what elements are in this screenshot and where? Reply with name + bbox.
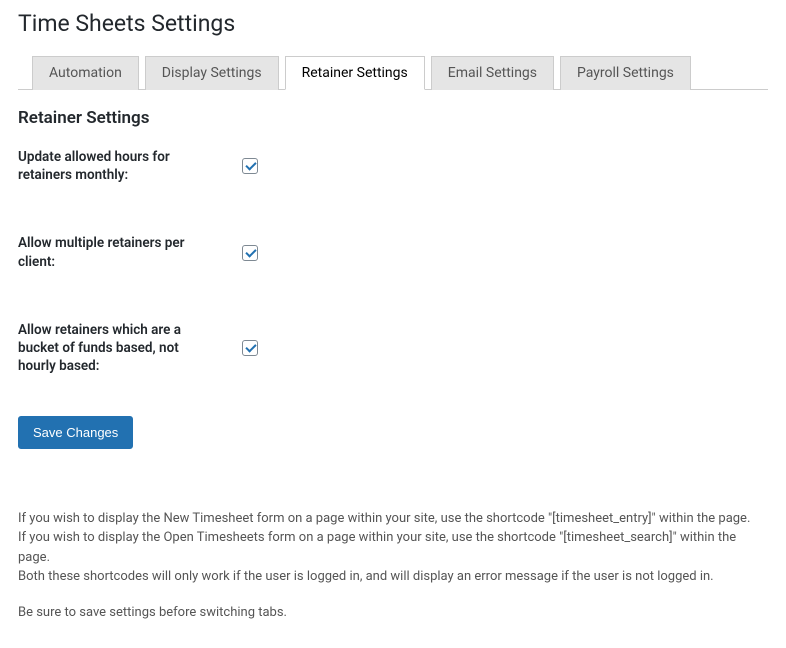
setting-bucket-of-funds: Allow retainers which are a bucket of fu…: [18, 321, 768, 376]
setting-label: Allow retainers which are a bucket of fu…: [18, 321, 238, 376]
setting-update-hours-monthly: Update allowed hours for retainers month…: [18, 148, 768, 184]
checkbox-wrap: [238, 337, 261, 359]
tab-retainer-settings[interactable]: Retainer Settings: [285, 56, 425, 90]
help-line-shortcode-entry: If you wish to display the New Timesheet…: [18, 509, 768, 587]
tab-payroll-settings[interactable]: Payroll Settings: [560, 56, 691, 90]
setting-label: Allow multiple retainers per client:: [18, 234, 238, 270]
help-text: If you wish to display the New Timesheet…: [18, 509, 768, 623]
checkbox-multiple-retainers[interactable]: [242, 245, 258, 261]
checkbox-wrap: [238, 242, 261, 264]
tab-nav: Automation Display Settings Retainer Set…: [18, 55, 768, 90]
tab-email-settings[interactable]: Email Settings: [431, 56, 554, 90]
tab-display-settings[interactable]: Display Settings: [145, 56, 279, 90]
checkbox-update-hours-monthly[interactable]: [242, 158, 258, 174]
setting-multiple-retainers: Allow multiple retainers per client:: [18, 234, 768, 270]
tab-automation[interactable]: Automation: [32, 56, 139, 90]
section-title: Retainer Settings: [18, 108, 768, 128]
page-title: Time Sheets Settings: [18, 10, 768, 37]
checkbox-wrap: [238, 155, 261, 177]
help-line-save-reminder: Be sure to save settings before switchin…: [18, 603, 768, 623]
save-button[interactable]: Save Changes: [18, 416, 133, 449]
setting-label: Update allowed hours for retainers month…: [18, 148, 238, 184]
checkbox-bucket-of-funds[interactable]: [242, 340, 258, 356]
